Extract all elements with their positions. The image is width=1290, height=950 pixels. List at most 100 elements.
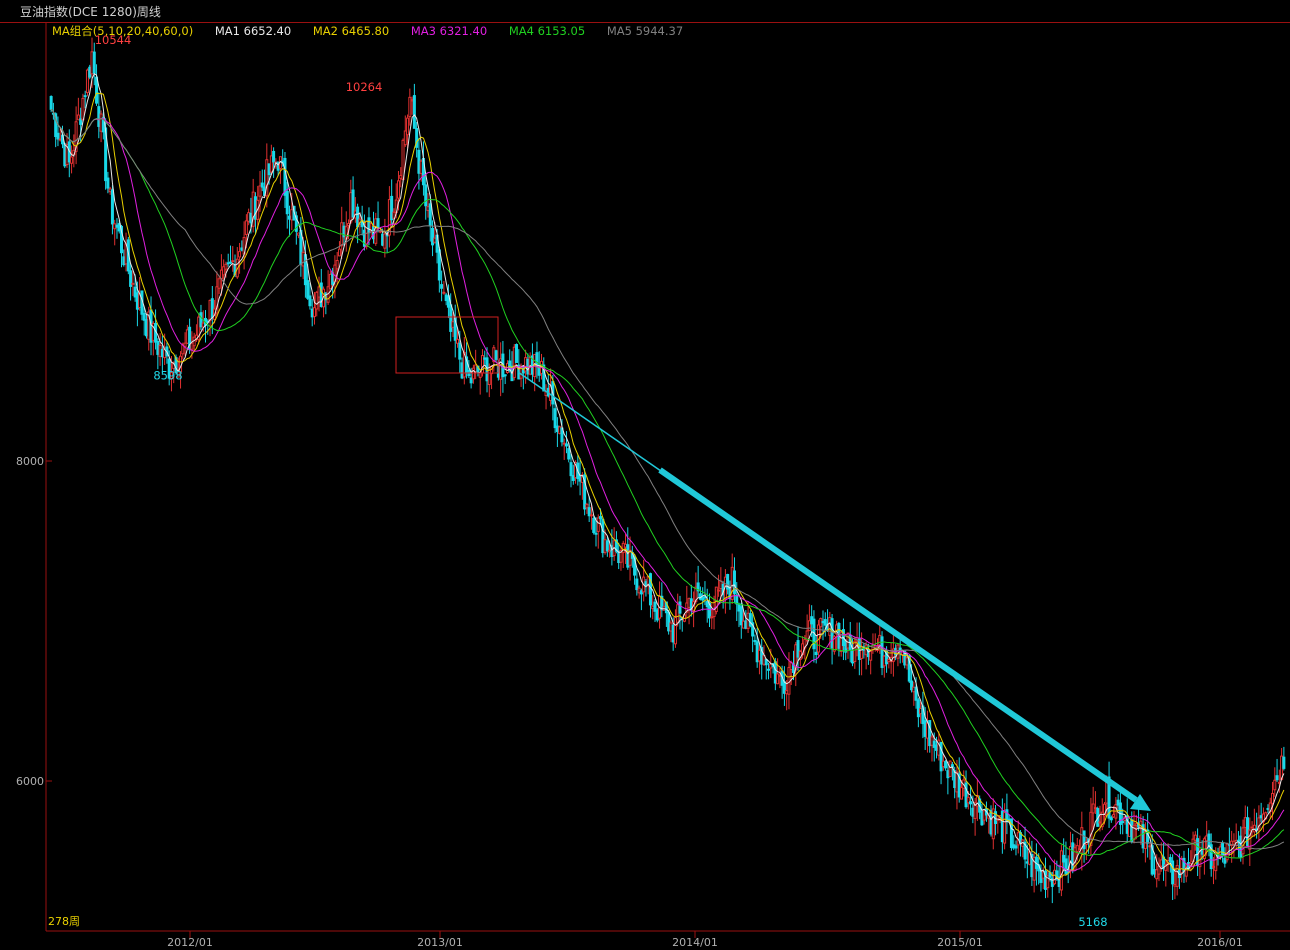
candle — [994, 804, 998, 836]
candle-body-down — [49, 96, 53, 110]
candle-body-up — [1250, 826, 1254, 829]
candle-body-up — [208, 299, 212, 322]
candle-body-down — [1116, 799, 1120, 806]
candle-body-up — [108, 188, 112, 193]
candle-body-up — [687, 598, 691, 608]
candle — [989, 805, 993, 837]
candle-body-up — [512, 346, 516, 378]
candle-body-down — [306, 280, 310, 299]
candle-body-up — [419, 160, 423, 174]
candle-body-up — [1105, 780, 1109, 804]
candle-body-down — [1121, 821, 1125, 824]
candle-body-down — [249, 212, 253, 224]
candle-body-down — [821, 620, 825, 624]
candle-body-up — [349, 192, 353, 223]
candle-body-up — [785, 690, 789, 695]
candle — [192, 332, 196, 353]
candle-body-down — [823, 619, 827, 626]
candle-body-up — [474, 364, 478, 373]
candle-body-down — [1007, 818, 1011, 821]
candle — [226, 253, 230, 267]
candle-body-down — [851, 650, 855, 664]
candle-body-down — [810, 616, 814, 625]
candle-body-down — [739, 606, 743, 626]
candle-body-up — [742, 620, 746, 629]
candle — [626, 527, 630, 570]
candle — [921, 691, 925, 739]
candle-body-down — [283, 157, 287, 196]
candle-body-down — [144, 319, 148, 337]
candle — [764, 658, 768, 680]
candle — [1259, 802, 1263, 823]
candle — [487, 363, 491, 398]
candle — [399, 167, 403, 188]
candle-body-up — [1271, 792, 1275, 804]
candle — [835, 620, 839, 650]
candle — [460, 357, 464, 380]
candle — [669, 620, 673, 643]
candle — [1152, 856, 1156, 878]
candle — [517, 349, 521, 380]
candle-body-down — [880, 636, 884, 668]
candle — [887, 652, 891, 669]
candle — [188, 318, 192, 354]
candle-body-down — [240, 247, 244, 251]
candle — [950, 761, 954, 781]
candle — [601, 517, 605, 558]
candle-body-up — [1211, 865, 1215, 868]
candle — [1059, 844, 1063, 897]
candle — [880, 631, 884, 676]
candle-body-down — [639, 590, 643, 595]
candle — [569, 454, 573, 488]
candle — [272, 147, 276, 178]
candle — [1275, 758, 1279, 783]
candle-body-up — [328, 273, 332, 290]
candle — [403, 115, 407, 147]
candle — [242, 221, 246, 270]
candle — [1196, 828, 1200, 877]
candle — [1121, 808, 1125, 835]
candle — [288, 205, 292, 237]
candle — [767, 662, 771, 680]
candle-body-up — [1173, 883, 1177, 887]
candle-body-down — [1266, 807, 1270, 810]
candle — [499, 342, 503, 397]
candle — [1093, 791, 1097, 814]
candle-body-up — [757, 649, 761, 662]
candle — [864, 641, 868, 670]
candle-body-down — [129, 270, 133, 287]
price-annotation: 8598 — [153, 368, 182, 382]
candle-body-down — [494, 350, 498, 360]
candle — [1071, 833, 1075, 874]
candle — [571, 464, 575, 485]
y-tick-label: 6000 — [16, 775, 44, 788]
candle — [453, 304, 457, 358]
candle — [483, 350, 487, 365]
candle — [308, 282, 312, 310]
candle-body-up — [451, 321, 455, 328]
candle-body-down — [767, 668, 771, 671]
candle-body-up — [1134, 823, 1138, 826]
candle-body-up — [608, 549, 612, 553]
kline-chart[interactable]: 80006000 2012/01 2013/01 2014/01 2015/01 201… — [0, 0, 1290, 950]
candle — [372, 211, 376, 244]
candle-body-down — [744, 620, 748, 629]
candle — [826, 609, 830, 632]
candle — [982, 810, 986, 825]
candle-body-down — [698, 593, 702, 600]
candle-body-down — [267, 163, 271, 176]
candle-body-up — [396, 180, 400, 199]
candle — [1078, 839, 1082, 851]
candle-body-down — [1152, 869, 1156, 875]
candle-body-up — [442, 291, 446, 294]
candle — [596, 514, 600, 549]
candle — [919, 701, 923, 724]
candle — [1223, 847, 1227, 868]
candle — [494, 349, 498, 363]
candle-body-down — [564, 443, 568, 447]
candle — [451, 312, 455, 338]
candle-body-down — [110, 189, 114, 225]
candle-body-up — [301, 251, 305, 267]
candle-body-up — [853, 640, 857, 662]
candle-body-up — [1159, 859, 1163, 867]
